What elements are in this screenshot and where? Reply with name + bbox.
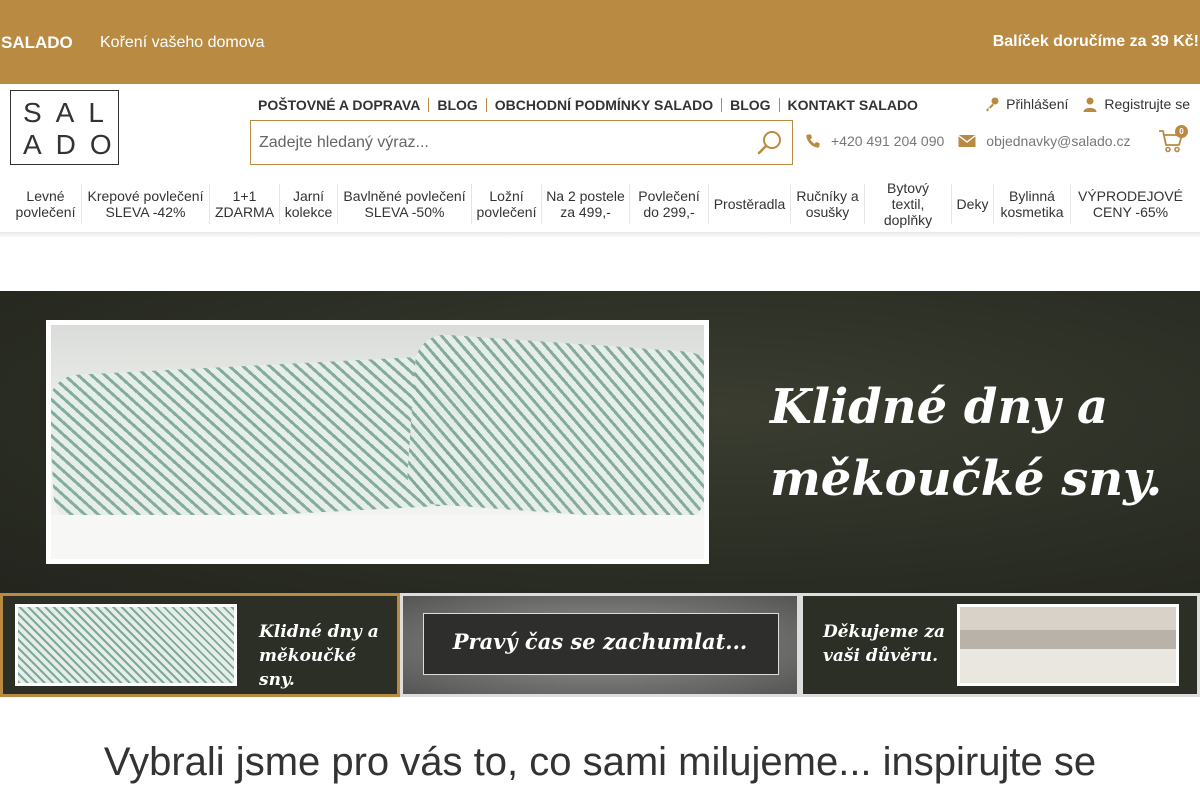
phone-contact[interactable]: +420 491 204 090 [805, 133, 944, 149]
hero-title: Klidné dny a měkoučké sny. [770, 371, 1170, 515]
thumb-caption-line: Klidné dny a [259, 622, 379, 642]
login-link[interactable]: Přihlášení [984, 96, 1068, 112]
email-address: objednavky@salado.cz [986, 133, 1131, 149]
thumb-caption: Klidné dny a měkoučké sny. [259, 620, 397, 692]
login-label: Přihlášení [1006, 96, 1069, 112]
category-item[interactable]: Bytový textil, doplňky [864, 180, 951, 228]
category-item[interactable]: Jarní kolekce [279, 184, 337, 224]
search-box [250, 120, 793, 165]
category-item[interactable]: Deky [951, 184, 993, 224]
mail-icon [958, 134, 977, 147]
category-item[interactable]: VÝPRODEJOVÉ CENY -65% [1070, 184, 1190, 224]
top-links: POŠTOVNÉ A DOPRAVA BLOG OBCHODNÍ PODMÍNK… [250, 96, 926, 114]
link-blog-2[interactable]: BLOG [721, 98, 778, 112]
user-icon [1083, 97, 1097, 112]
shipping-promo: Balíček doručíme za 39 Kč! [992, 33, 1199, 50]
search-icon [757, 131, 781, 155]
thumb-photo [15, 604, 237, 686]
brand-name[interactable]: SALADO [1, 33, 73, 53]
cart-count-badge: 0 [1175, 125, 1188, 138]
category-item[interactable]: Bylinná kosmetika [993, 184, 1070, 224]
site-logo[interactable]: SAL ADO [10, 90, 119, 165]
thumb-photo [957, 604, 1179, 686]
phone-icon [806, 134, 820, 148]
hero-photo [46, 320, 709, 564]
thumb-caption-line: vaši důvěru. [823, 646, 939, 666]
phone-number: +420 491 204 090 [831, 133, 945, 149]
thumb-caption-line: měkoučké sny. [259, 646, 357, 690]
category-item[interactable]: Bavlněné povlečení SLEVA -50% [337, 184, 471, 224]
link-terms[interactable]: OBCHODNÍ PODMÍNKY SALADO [485, 98, 721, 112]
tagline: Koření vašeho domova [100, 34, 265, 51]
thumb-caption-line: Děkujeme za [823, 622, 946, 642]
category-item[interactable]: Ručníky a osušky [790, 184, 864, 224]
thumb-caption: Děkujeme za vaši důvěru. [823, 620, 945, 668]
logo-line-2: ADO [23, 129, 126, 160]
thumb-caption: Pravý čas se zachumlat... [452, 629, 748, 654]
search-input[interactable] [251, 121, 741, 164]
contact-info: +420 491 204 090 objednavky@salado.cz [805, 133, 1144, 149]
category-item[interactable]: Na 2 postele za 499,- [541, 184, 629, 224]
hero-title-line-1: Klidné dny a [770, 379, 1109, 435]
link-blog[interactable]: BLOG [428, 98, 485, 112]
nav-divider [0, 232, 1200, 238]
register-link[interactable]: Registrujte se [1082, 96, 1190, 112]
top-bar: SALADO Koření vašeho domova Balíček doru… [0, 0, 1200, 84]
cart-button[interactable]: 0 [1158, 125, 1188, 156]
category-item[interactable]: Prostěradla [708, 184, 790, 224]
account-links: Přihlášení Registrujte se [970, 96, 1190, 112]
hero-title-line-2: měkoučké sny. [770, 451, 1163, 507]
logo-line-1: SAL [23, 97, 118, 128]
category-item[interactable]: 1+1 ZDARMA [209, 184, 279, 224]
category-nav: Levné povlečení Krepové povlečení SLEVA … [10, 180, 1190, 228]
banner-thumbnails: Klidné dny a měkoučké sny. Pravý čas se … [0, 593, 1200, 697]
link-shipping[interactable]: POŠTOVNÉ A DOPRAVA [250, 98, 428, 112]
key-icon [986, 97, 999, 112]
email-contact[interactable]: objednavky@salado.cz [958, 133, 1130, 149]
banner-thumb-2[interactable]: Pravý čas se zachumlat... [400, 593, 800, 697]
banner-thumb-1[interactable]: Klidné dny a měkoučké sny. [0, 593, 400, 697]
category-item[interactable]: Ložní povlečení [471, 184, 541, 224]
section-heading: Vybrali jsme pro vás to, co sami milujem… [103, 740, 1097, 784]
search-button[interactable] [756, 129, 784, 157]
register-label: Registrujte se [1104, 96, 1190, 112]
category-item[interactable]: Krepové povlečení SLEVA -42% [81, 184, 209, 224]
hero-banner[interactable]: Klidné dny a měkoučké sny. [0, 291, 1200, 593]
category-item[interactable]: Levné povlečení [10, 184, 81, 224]
banner-thumb-3[interactable]: Děkujeme za vaši důvěru. [800, 593, 1200, 697]
category-item[interactable]: Povlečení do 299,- [629, 184, 708, 224]
link-contact[interactable]: KONTAKT SALADO [778, 98, 926, 112]
